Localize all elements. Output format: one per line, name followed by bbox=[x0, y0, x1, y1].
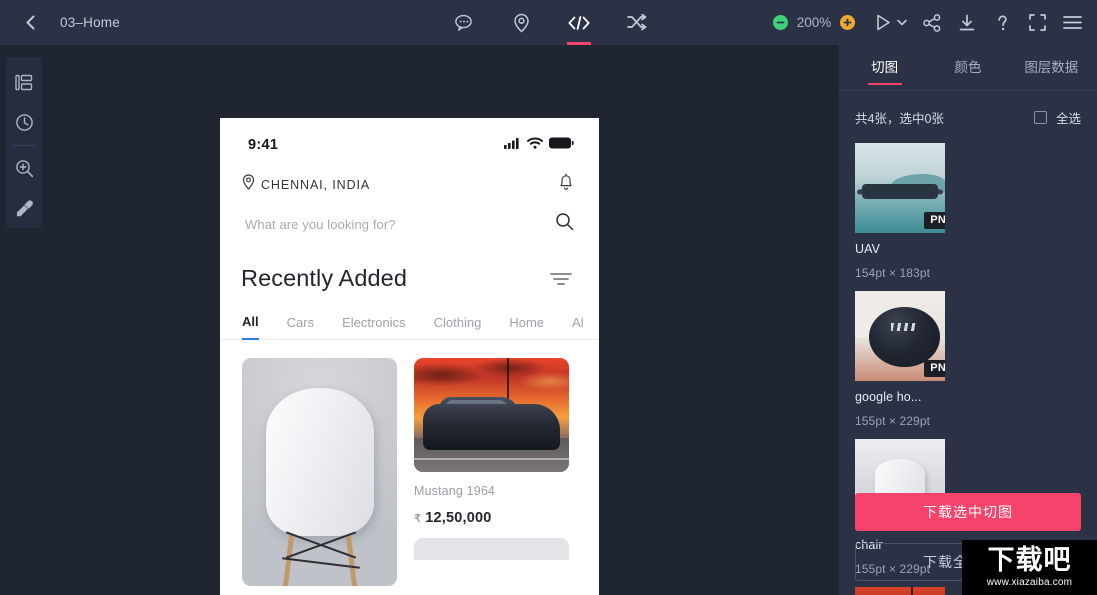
layers-icon[interactable] bbox=[6, 63, 42, 103]
zoom-in-icon[interactable] bbox=[6, 149, 42, 189]
asset-name: google ho... bbox=[855, 390, 922, 404]
format-badge: PNG bbox=[924, 360, 945, 377]
category-tab-cars[interactable]: Cars bbox=[287, 315, 314, 339]
code-icon[interactable] bbox=[564, 0, 594, 45]
asset-size: 154pt × 183pt bbox=[855, 266, 931, 280]
download-all-button[interactable]: 下载全部切图 bbox=[855, 543, 1081, 581]
filter-icon[interactable] bbox=[550, 271, 572, 292]
topbar-center-tools bbox=[448, 0, 652, 45]
chevron-left-icon[interactable] bbox=[22, 15, 38, 31]
shuffle-icon[interactable] bbox=[622, 0, 652, 45]
asset-name: UAV bbox=[855, 242, 881, 256]
comment-icon[interactable] bbox=[448, 0, 478, 45]
tab-colors[interactable]: 颜色 bbox=[926, 45, 1009, 90]
tab-slices[interactable]: 切图 bbox=[843, 45, 926, 90]
phone-mockup: 9:41 CHENNAI, INDIA What are you looking… bbox=[220, 118, 599, 595]
next-product-card-stub[interactable] bbox=[414, 538, 569, 560]
category-tab-home[interactable]: Home bbox=[509, 315, 544, 339]
share-icon[interactable] bbox=[921, 12, 943, 34]
category-tab-electronics[interactable]: Electronics bbox=[342, 315, 406, 339]
select-all-label: 全选 bbox=[1055, 112, 1081, 126]
zoom-level-value: 200% bbox=[796, 15, 832, 30]
product-column-left bbox=[242, 358, 397, 586]
category-tab-al[interactable]: Al bbox=[572, 315, 584, 339]
phone-status-bar: 9:41 bbox=[220, 118, 599, 154]
asset-thumbnail[interactable]: PNG bbox=[855, 143, 945, 233]
toolbar-divider bbox=[12, 145, 36, 146]
preview-play-button[interactable] bbox=[872, 12, 908, 34]
category-tab-all[interactable]: All bbox=[242, 314, 259, 340]
location-label: CHENNAI, INDIA bbox=[261, 177, 371, 192]
download-icon[interactable] bbox=[956, 12, 978, 34]
left-toolbar bbox=[6, 57, 42, 228]
panel-tab-bar: 切图 颜色 图层数据 bbox=[839, 45, 1097, 90]
play-icon bbox=[872, 12, 894, 34]
design-canvas[interactable]: 9:41 CHENNAI, INDIA What are you looking… bbox=[0, 45, 839, 595]
zoom-out-button[interactable] bbox=[773, 15, 788, 30]
product-title: Mustang 1964 bbox=[414, 484, 496, 498]
category-tab-clothing[interactable]: Clothing bbox=[434, 315, 482, 339]
topbar-left-group: 03–Home bbox=[0, 15, 120, 31]
product-price: ₹ 12,50,000 bbox=[414, 510, 569, 526]
bell-icon[interactable] bbox=[558, 173, 574, 196]
status-time: 9:41 bbox=[248, 137, 279, 153]
document-title: 03–Home bbox=[60, 15, 120, 30]
asset-count-label: 共4张，选中0张 bbox=[855, 112, 944, 126]
tab-layer-data[interactable]: 图层数据 bbox=[1010, 45, 1093, 90]
history-clock-icon[interactable] bbox=[6, 103, 42, 143]
format-badge: PNG bbox=[924, 212, 945, 229]
product-image-chair[interactable] bbox=[242, 358, 397, 586]
search-icon[interactable] bbox=[555, 212, 574, 236]
chair-legs-shape bbox=[274, 531, 366, 586]
chevron-down-icon bbox=[896, 12, 908, 34]
product-grid: Mustang 1964 ₹ 12,50,000 bbox=[220, 340, 599, 586]
help-icon[interactable] bbox=[991, 12, 1013, 34]
topbar-right-tools: 200% bbox=[773, 0, 1083, 45]
select-all-checkbox[interactable] bbox=[1033, 111, 1047, 124]
eyedropper-icon[interactable] bbox=[6, 188, 42, 228]
location-pin-icon[interactable] bbox=[506, 0, 536, 45]
phone-section-header: Recently Added bbox=[220, 236, 599, 292]
price-value: 12,50,000 bbox=[425, 510, 492, 526]
zoom-controls: 200% bbox=[773, 15, 855, 30]
asset-item-uav[interactable]: PNG UAV 154pt × 183pt bbox=[855, 143, 961, 280]
phone-location-row: CHENNAI, INDIA bbox=[220, 154, 599, 196]
page-title: Recently Added bbox=[241, 265, 408, 291]
category-tab-bar: All Cars Electronics Clothing Home Al bbox=[220, 292, 599, 340]
currency-symbol: ₹ bbox=[414, 513, 422, 525]
app-window: 03–Home 200% 9:41 CHENNAI, INDIA What ar… bbox=[0, 0, 1097, 595]
battery-icon bbox=[549, 136, 574, 154]
asset-count-row: 共4张，选中0张 全选 bbox=[839, 91, 1097, 127]
chair-seat-shape bbox=[265, 388, 374, 536]
product-image-mustang[interactable] bbox=[414, 358, 569, 472]
panel-action-buttons: 下载选中切图 下载全部切图 bbox=[839, 493, 1097, 595]
status-indicator-group bbox=[504, 136, 574, 154]
fullscreen-icon[interactable] bbox=[1026, 12, 1048, 34]
asset-thumbnail[interactable]: PNG bbox=[855, 291, 945, 381]
search-input[interactable]: What are you looking for? bbox=[245, 217, 396, 232]
product-column-right: Mustang 1964 ₹ 12,50,000 bbox=[414, 358, 569, 586]
asset-item-google-home[interactable]: PNG google ho... 155pt × 229pt bbox=[855, 291, 961, 428]
select-all-control[interactable]: 全选 bbox=[1033, 108, 1081, 127]
asset-size: 155pt × 229pt bbox=[855, 414, 931, 428]
signal-icon bbox=[504, 136, 521, 154]
wifi-icon bbox=[527, 136, 543, 154]
zoom-in-button[interactable] bbox=[840, 15, 855, 30]
location-pin-icon bbox=[242, 174, 255, 195]
top-toolbar: 03–Home 200% bbox=[0, 0, 1097, 45]
menu-icon[interactable] bbox=[1061, 12, 1083, 34]
download-selected-button[interactable]: 下载选中切图 bbox=[855, 493, 1081, 531]
location-group[interactable]: CHENNAI, INDIA bbox=[242, 174, 370, 195]
right-panel: 切图 颜色 图层数据 共4张，选中0张 全选 PNG UAV 154pt × 1… bbox=[839, 45, 1097, 595]
phone-search-row[interactable]: What are you looking for? bbox=[220, 196, 599, 236]
